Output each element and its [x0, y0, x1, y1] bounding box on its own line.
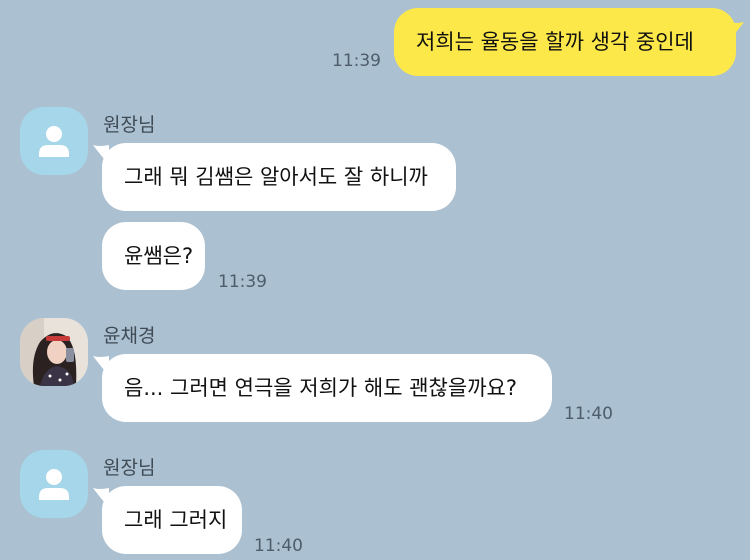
- sender-name: 원장님: [103, 114, 156, 136]
- avatar[interactable]: [20, 318, 88, 386]
- profile-photo: [20, 318, 88, 386]
- message-bubble[interactable]: 그래 뭐 김쌤은 알아서도 잘 하니까: [102, 143, 456, 211]
- message-text: 그래 그러지: [124, 507, 228, 532]
- message-time: 11:39: [218, 272, 267, 292]
- message-time: 11:40: [564, 404, 613, 424]
- message-time: 11:39: [332, 51, 381, 71]
- avatar[interactable]: [20, 450, 88, 518]
- message-text: 윤쌤은?: [124, 243, 194, 268]
- message-text: 저희는 율동을 할까 생각 중인데: [416, 29, 694, 54]
- message-bubble[interactable]: 저희는 율동을 할까 생각 중인데: [394, 8, 736, 76]
- person-silhouette-icon: [39, 126, 69, 157]
- message-bubble[interactable]: 그래 그러지: [102, 486, 242, 554]
- avatar[interactable]: [20, 107, 88, 175]
- sender-name: 원장님: [103, 457, 156, 479]
- person-silhouette-icon: [39, 469, 69, 500]
- message-text: 음... 그러면 연극을 저희가 해도 괜찮을까요?: [124, 375, 517, 400]
- message-time: 11:40: [254, 536, 303, 556]
- message-text: 그래 뭐 김쌤은 알아서도 잘 하니까: [124, 164, 428, 189]
- bubble-tail-icon: [728, 22, 744, 42]
- message-bubble[interactable]: 음... 그러면 연극을 저희가 해도 괜찮을까요?: [102, 354, 552, 422]
- message-bubble[interactable]: 윤쌤은?: [102, 222, 205, 290]
- sender-name: 윤채경: [103, 325, 156, 347]
